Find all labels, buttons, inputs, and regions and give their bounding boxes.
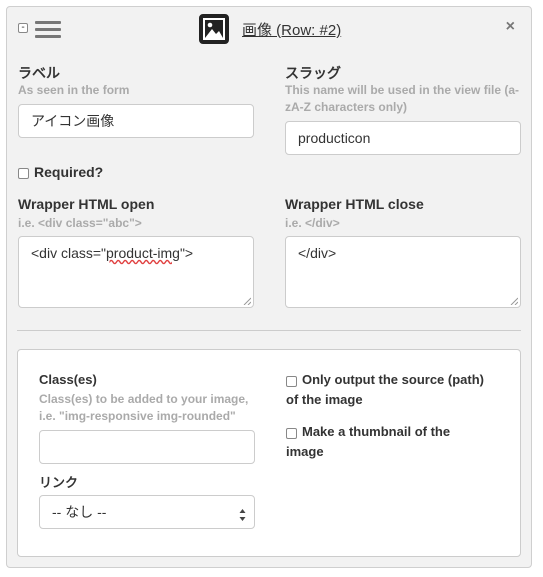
classes-label: Class(es): [39, 372, 97, 387]
slug-input-value: producticon: [298, 130, 371, 146]
required-label: Required?: [34, 164, 104, 180]
classes-hint-line1: Class(es) to be added to your image,: [39, 392, 249, 406]
label-field-hint: As seen in the form: [18, 83, 130, 97]
panel-header: - 画像 (Row: #2) ×: [7, 7, 531, 53]
wrapper-close-value: </div>: [298, 245, 337, 261]
label-input-value: アイコン画像: [31, 113, 115, 129]
wrapper-close-hint: i.e. </div>: [285, 216, 340, 230]
drag-handle-icon[interactable]: [35, 21, 61, 39]
wrapper-open-label: Wrapper HTML open: [18, 196, 155, 212]
slug-field-label: スラッグ: [285, 65, 341, 81]
section-divider: [17, 330, 521, 331]
slug-field-hint-line1: This name will be used in the view file …: [285, 83, 520, 97]
resize-grip-icon[interactable]: [510, 297, 518, 305]
only-source-checkbox[interactable]: [286, 376, 297, 387]
thumbnail-checkbox[interactable]: [286, 428, 297, 439]
select-arrows-icon: [239, 509, 246, 521]
wrapper-open-textarea[interactable]: <div class="product-img">: [18, 236, 254, 308]
classes-hint-line2: i.e. "img-responsive img-rounded": [39, 409, 236, 423]
image-icon: [199, 14, 229, 44]
collapse-button[interactable]: -: [18, 23, 28, 33]
required-checkbox[interactable]: [18, 168, 29, 179]
only-source-label-line2: of the image: [286, 392, 363, 407]
slug-input[interactable]: producticon: [285, 121, 521, 155]
thumbnail-label-line2: image: [286, 444, 324, 459]
slug-field-hint-line2: zA-Z characters only): [285, 100, 408, 114]
image-field-panel: - 画像 (Row: #2) × ラベル As seen in the form…: [6, 6, 532, 568]
panel-title[interactable]: 画像 (Row: #2): [242, 19, 341, 40]
image-options-box: Class(es) Class(es) to be added to your …: [17, 349, 521, 557]
label-field-label: ラベル: [18, 65, 60, 81]
link-select[interactable]: -- なし --: [39, 495, 255, 529]
only-source-label-line1: Only output the source (path): [302, 372, 484, 387]
wrapper-close-textarea[interactable]: </div>: [285, 236, 521, 308]
wrapper-close-label: Wrapper HTML close: [285, 196, 424, 212]
thumbnail-label-line1: Make a thumbnail of the: [302, 424, 451, 439]
label-input[interactable]: アイコン画像: [18, 104, 254, 138]
wrapper-open-hint: i.e. <div class="abc">: [18, 216, 142, 230]
link-select-value: -- なし --: [52, 504, 107, 520]
classes-input[interactable]: [39, 430, 255, 464]
link-label: リンク: [39, 475, 79, 490]
resize-grip-icon[interactable]: [243, 297, 251, 305]
close-icon[interactable]: ×: [506, 18, 515, 36]
wrapper-open-value: <div class="product-img">: [31, 245, 194, 261]
